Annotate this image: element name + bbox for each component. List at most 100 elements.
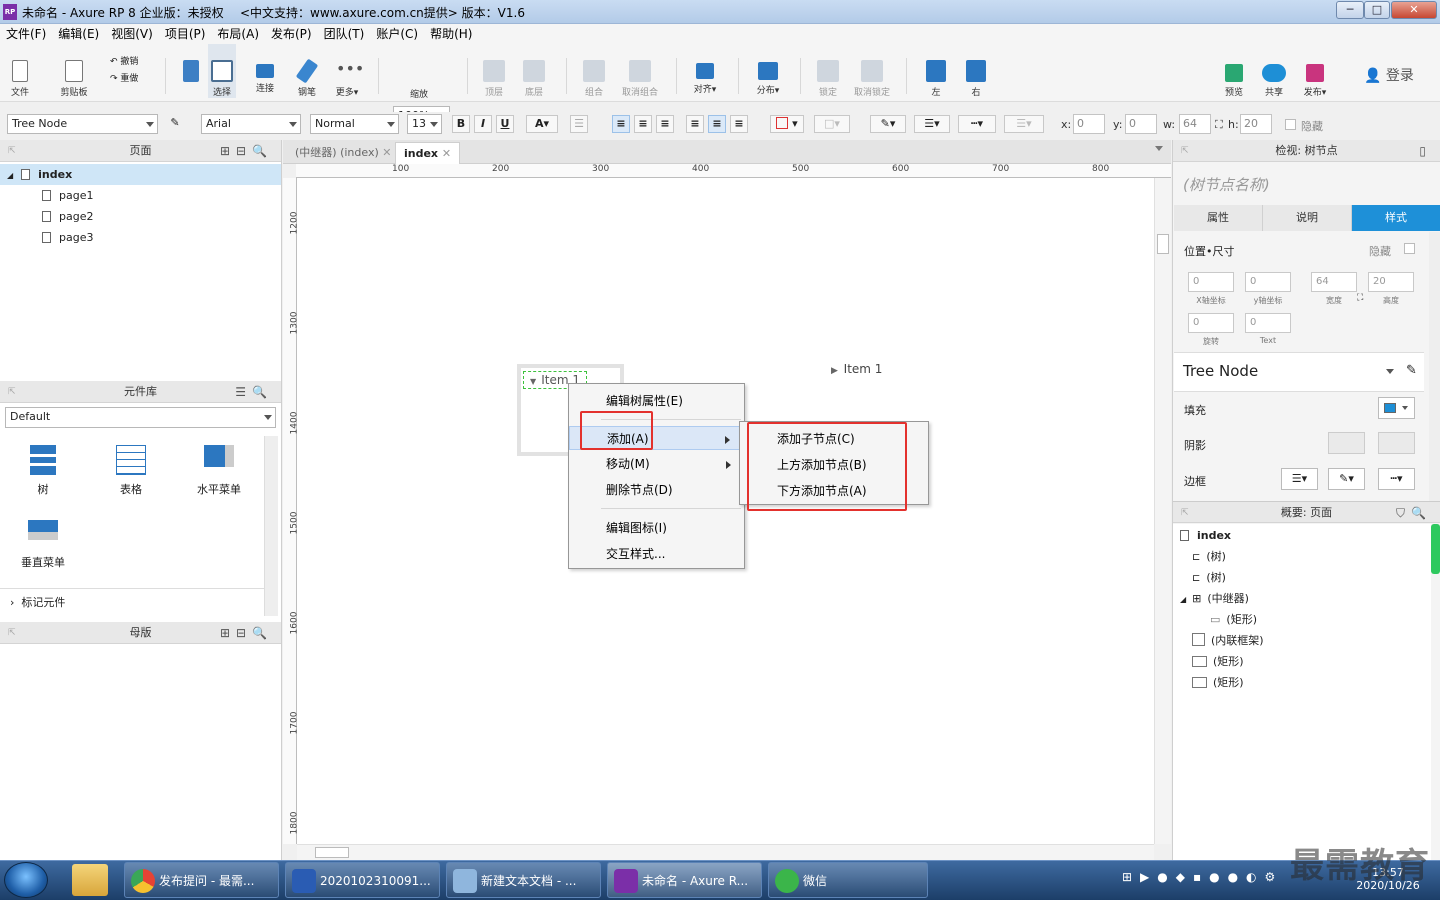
underline-button[interactable]: U — [496, 115, 514, 133]
share-button[interactable]: 共享 — [1260, 44, 1288, 98]
inspector-width-input[interactable]: 64 — [1311, 272, 1357, 292]
inspector-x-input[interactable]: 0 — [1188, 272, 1234, 292]
publish-button[interactable]: 发布▾ — [1298, 44, 1332, 98]
outline-item-repeater[interactable]: ◢ ⊞ (中继器) — [1180, 588, 1249, 609]
pin-icon[interactable]: ⇱ — [8, 140, 16, 162]
more-button[interactable]: ••• 更多▾ — [330, 44, 365, 99]
library-select[interactable]: Default — [5, 407, 276, 428]
shadow-button[interactable]: □▾ — [814, 115, 850, 133]
outline-item-tree-2[interactable]: ⊏ (树) — [1192, 567, 1226, 588]
menu-delete-node[interactable]: 删除节点(D) — [569, 478, 744, 502]
menu-edit-icon[interactable]: 编辑图标(I) — [569, 516, 744, 540]
maximize-button[interactable]: □ — [1364, 1, 1390, 19]
line-width-button[interactable]: ☰▾ — [914, 115, 950, 133]
tab-index[interactable]: index ✕ — [395, 142, 461, 164]
lock-ratio-icon[interactable]: ⛶ — [1357, 293, 1363, 303]
task-notepad[interactable]: 新建文本文档 - ... — [446, 862, 601, 898]
close-tab-icon[interactable]: ✕ — [382, 146, 391, 159]
notes-icon[interactable]: ▯ — [1419, 140, 1432, 162]
menu-interaction-styles[interactable]: 交互样式... — [569, 542, 744, 566]
fill-color-picker[interactable] — [1378, 397, 1415, 419]
lock-ratio-icon[interactable]: ⛶ — [1215, 118, 1223, 132]
left-panel-button[interactable]: 左 — [922, 44, 950, 98]
pen-button[interactable]: 钢笔 — [292, 44, 322, 98]
menu-file[interactable]: 文件(F) — [0, 24, 52, 44]
font-size-select[interactable]: 13 — [407, 114, 442, 134]
page-item-index[interactable]: ◢ index — [0, 164, 281, 185]
bold-button[interactable]: B — [452, 115, 470, 133]
widget-table[interactable]: 表格 — [101, 445, 161, 497]
group-button[interactable]: 组合 — [580, 44, 608, 98]
outline-item-rect[interactable]: ▭ (矩形) — [1210, 609, 1257, 630]
font-family-select[interactable]: Arial — [201, 114, 301, 134]
lock-button[interactable]: 锁定 — [814, 44, 842, 98]
send-bottom-button[interactable]: 底层 — [520, 44, 548, 98]
task-word[interactable]: 2020102310091... — [285, 862, 440, 898]
tab-repeater[interactable]: (中继器) (index) ✕ — [287, 142, 399, 164]
right-panel-button[interactable]: 右 — [962, 44, 990, 98]
pin-icon[interactable]: ⇱ — [1181, 140, 1189, 162]
align-right-button[interactable]: ≡ — [656, 115, 674, 133]
tab-properties[interactable]: 属性 — [1174, 205, 1263, 231]
inspector-hidden-checkbox[interactable] — [1404, 243, 1415, 254]
chevron-down-icon[interactable] — [1386, 369, 1394, 378]
outline-item-index[interactable]: index — [1180, 525, 1231, 546]
pages-tools[interactable]: ⊞⊟🔍 — [220, 140, 273, 162]
widget-vertical-menu[interactable]: 垂直菜单 — [13, 520, 73, 570]
page-item-page2[interactable]: page2 — [0, 206, 281, 227]
pin-icon[interactable]: ⇱ — [1181, 502, 1189, 524]
widget-tree[interactable]: 树 — [13, 445, 73, 497]
bullet-list-button[interactable]: ☰ — [570, 115, 588, 133]
distribute-button[interactable]: 分布▾ — [750, 44, 786, 96]
menu-edit-tree-props[interactable]: 编辑树属性(E) — [569, 389, 744, 413]
undo-button[interactable]: ↶ 撤销 — [110, 54, 138, 67]
italic-button[interactable]: I — [474, 115, 492, 133]
pin-icon[interactable]: ⇱ — [8, 622, 16, 644]
file-button[interactable]: 文件 — [6, 44, 34, 98]
inspector-rotation-input[interactable]: 0 — [1188, 313, 1234, 333]
tabs-dropdown-icon[interactable] — [1155, 146, 1163, 155]
login-button[interactable]: 👤 登录 — [1364, 65, 1414, 85]
page-item-page3[interactable]: page3 — [0, 227, 281, 248]
bring-top-button[interactable]: 顶层 — [480, 44, 508, 98]
masters-tools[interactable]: ⊞⊟🔍 — [220, 622, 273, 644]
outline-scrollbar[interactable] — [1431, 524, 1440, 574]
close-tab-icon[interactable]: ✕ — [442, 147, 451, 160]
tree-node-2[interactable]: ▶ Item 1 — [831, 362, 882, 376]
close-button[interactable]: ✕ — [1391, 1, 1437, 19]
inspector-y-input[interactable]: 0 — [1245, 272, 1291, 292]
menu-move[interactable]: 移动(M) — [569, 452, 744, 476]
select-button[interactable]: 选择 — [208, 44, 236, 98]
minimize-button[interactable]: ─ — [1336, 1, 1364, 19]
canvas-vertical-scrollbar[interactable] — [1154, 178, 1171, 844]
valign-top-button[interactable]: ≡ — [686, 115, 704, 133]
border-style-picker[interactable]: ┅▾ — [1378, 468, 1415, 490]
align-left-button[interactable]: ≡ — [612, 115, 630, 133]
menu-help[interactable]: 帮助(H) — [424, 24, 478, 44]
outer-shadow-picker[interactable] — [1328, 432, 1365, 454]
collapse-icon[interactable]: ◢ — [1180, 595, 1186, 604]
inspector-height-input[interactable]: 20 — [1368, 272, 1414, 292]
task-wechat[interactable]: 微信 — [768, 862, 928, 898]
hscroll-thumb[interactable] — [315, 847, 349, 858]
menu-project[interactable]: 项目(P) — [159, 24, 212, 44]
fill-color-button[interactable]: ▾ — [770, 115, 804, 133]
pointer-mode-button[interactable] — [176, 44, 206, 95]
line-style-button[interactable]: ┅▾ — [958, 115, 996, 133]
preview-button[interactable]: 预览 — [1220, 44, 1248, 98]
hidden-checkbox[interactable] — [1285, 119, 1296, 130]
menu-edit[interactable]: 编辑(E) — [52, 24, 105, 44]
connect-button[interactable]: 连接 — [250, 44, 280, 94]
font-style-select[interactable]: Normal — [310, 114, 399, 134]
x-input[interactable]: 0 — [1073, 114, 1105, 134]
valign-middle-button[interactable]: ≡ — [708, 115, 726, 133]
filter-search-icon[interactable]: ⛉🔍 — [1396, 502, 1432, 524]
y-input[interactable]: 0 — [1125, 114, 1157, 134]
edit-style-icon[interactable]: ✎ — [1406, 363, 1417, 378]
border-width-picker[interactable]: ☰▾ — [1281, 468, 1318, 490]
library-tools[interactable]: ☰🔍 — [235, 381, 273, 403]
menu-publish[interactable]: 发布(P) — [265, 24, 318, 44]
widget-type-select[interactable]: Tree Node — [7, 114, 158, 134]
outline-item-rect-2[interactable]: (矩形) — [1192, 651, 1244, 672]
widget-name-input[interactable]: (树节点名称) — [1183, 174, 1270, 195]
